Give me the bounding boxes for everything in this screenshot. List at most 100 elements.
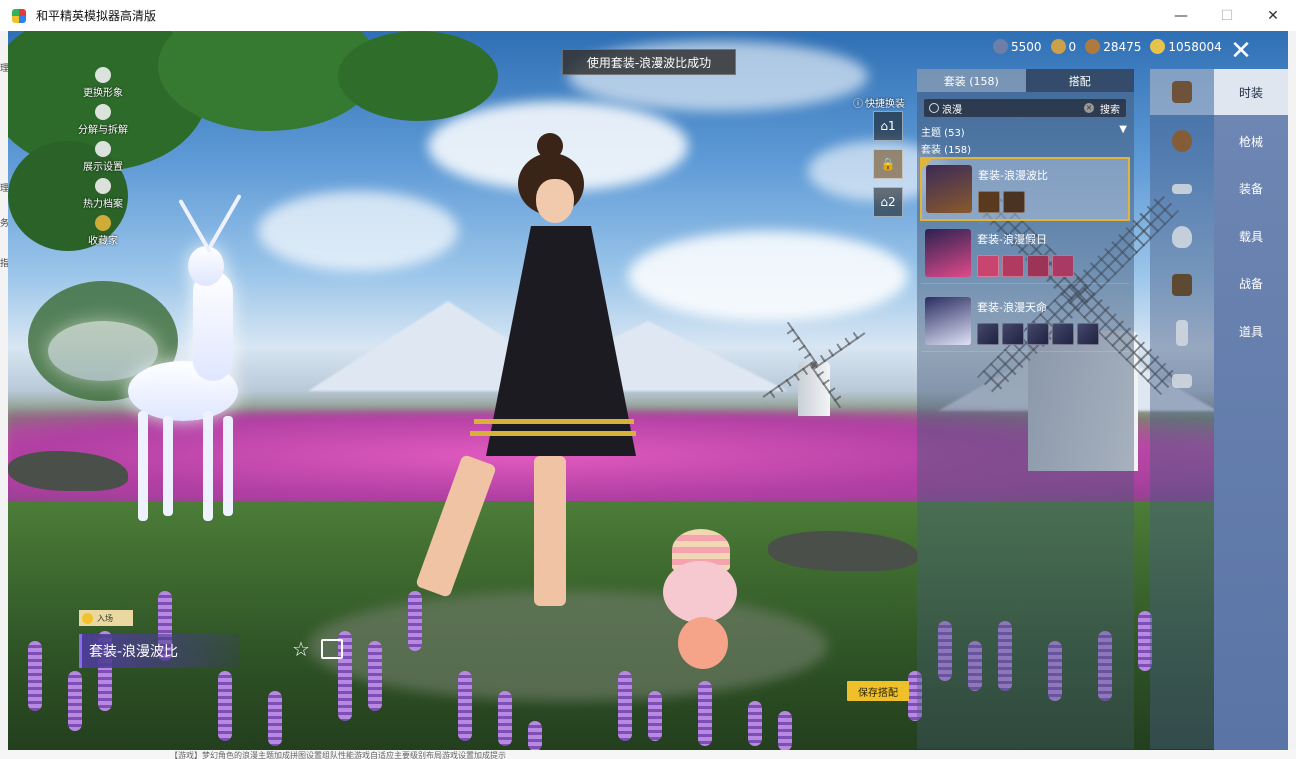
search-button[interactable]: 搜索 — [1100, 101, 1120, 116]
lock-icon: 🔒 — [880, 157, 896, 171]
gold-coin-icon — [1150, 39, 1166, 54]
currency-item: 28475 — [1085, 39, 1141, 54]
quick-swap-slot-2[interactable]: ⌂ 2 — [873, 187, 903, 217]
search-bar[interactable]: 浪漫 × 搜索 — [924, 99, 1126, 117]
sidebar-item-fashion[interactable]: 时装 — [1214, 69, 1288, 115]
globe-coin-icon — [993, 39, 1008, 54]
outfit-piece[interactable] — [1027, 323, 1049, 345]
outfit-icon — [1172, 81, 1192, 103]
share-icon[interactable] — [321, 639, 343, 659]
left-menu-label: 更换形象 — [83, 88, 123, 99]
notification-toast: 使用套装-浪漫波比成功 — [562, 49, 736, 75]
category-icon-top[interactable] — [1162, 265, 1202, 305]
close-icon[interactable]: ✕ — [1228, 38, 1254, 64]
window-controls: — ☐ ✕ — [1158, 0, 1296, 31]
outfit-piece[interactable] — [1077, 323, 1099, 345]
outfit-thumbnail — [925, 297, 971, 345]
outfit-piece[interactable] — [1027, 255, 1049, 277]
outfit-card[interactable]: 套装-浪漫波比 — [920, 157, 1130, 221]
category-icon-bag[interactable] — [1162, 121, 1202, 161]
window-title: 和平精英模拟器高清版 — [36, 9, 157, 23]
outfit-card[interactable]: 套装-浪漫天命 — [921, 291, 1129, 352]
currency-item: 5500 — [993, 39, 1042, 54]
favorite-star-icon[interactable]: ☆ — [292, 637, 310, 661]
quick-swap-slot-1[interactable]: ⌂ 1 — [873, 111, 903, 141]
outfit-thumbnail — [926, 165, 972, 213]
left-menu-label: 收藏家 — [88, 236, 118, 247]
left-menu-decompose[interactable]: 分解与拆解 — [68, 104, 138, 136]
outfit-piece[interactable] — [1003, 191, 1025, 213]
category-icon-mask[interactable] — [1162, 217, 1202, 257]
a-coin-icon — [1050, 39, 1066, 54]
person-icon — [95, 67, 111, 83]
outfit-name: 套装-浪漫天命 — [977, 301, 1047, 314]
sidebar-item-items[interactable]: 道具 — [1214, 311, 1288, 351]
maximize-button[interactable]: ☐ — [1204, 0, 1250, 31]
outfit-piece[interactable] — [978, 191, 1000, 213]
left-menu-label: 展示设置 — [83, 162, 123, 173]
help-icon[interactable]: ⓘ — [853, 95, 863, 110]
bronze-coin-icon — [1085, 39, 1101, 54]
background-window-left: 理 理 务 指 — [0, 31, 9, 759]
outfit-piece[interactable] — [1052, 323, 1074, 345]
entry-badge[interactable]: 入场 — [79, 610, 133, 626]
left-menu-label: 分解与拆解 — [78, 125, 128, 136]
background-window-right — [1288, 31, 1296, 750]
outfit-piece[interactable] — [1002, 255, 1024, 277]
minimize-button[interactable]: — — [1158, 0, 1204, 31]
outfit-pieces — [977, 255, 1074, 277]
theme-filter[interactable]: 主题 (53) ▼ — [921, 124, 1127, 139]
currency-value: 5500 — [1011, 39, 1042, 54]
close-window-button[interactable]: ✕ — [1250, 0, 1296, 31]
outfit-panel: 套装 (158) 搭配 浪漫 × 搜索 主题 (53) ▼ 套装 (158) 套… — [917, 69, 1134, 749]
currency-value: 28475 — [1103, 39, 1142, 54]
background-window-bottom: 【游戏】梦幻角色的浪漫主题加成拼图设置组队性能游戏自适应主要级别布局游戏设置加成… — [0, 750, 1296, 759]
quick-swap-lock[interactable]: 🔒 — [873, 149, 903, 179]
sidebar-item-battle-prep[interactable]: 战备 — [1214, 263, 1288, 303]
outfit-name: 套装-浪漫假日 — [977, 233, 1047, 246]
outfit-card[interactable]: 套装-浪漫假日 — [921, 223, 1129, 284]
clear-icon[interactable]: × — [1084, 103, 1094, 113]
left-menu-change-avatar[interactable]: 更换形象 — [68, 67, 138, 99]
currency-item: 1058004 — [1150, 39, 1222, 54]
outfit-piece[interactable] — [1052, 255, 1074, 277]
tab-outfits[interactable]: 套装 (158) — [917, 69, 1026, 92]
category-icon-column — [1150, 69, 1214, 749]
left-menu-display-settings[interactable]: 展示设置 — [68, 141, 138, 173]
hanger-icon: ⌂ — [880, 119, 888, 133]
smile-icon — [82, 612, 93, 624]
tab-match[interactable]: 搭配 — [1025, 69, 1134, 92]
panel-tabs: 套装 (158) 搭配 — [917, 69, 1134, 92]
category-icon-glasses[interactable] — [1162, 169, 1202, 209]
sidebar-item-guns[interactable]: 枪械 — [1214, 121, 1288, 161]
currency-item: 0 — [1050, 39, 1076, 54]
shoes-icon — [1172, 374, 1192, 388]
hanger-icon: ⌂ — [880, 195, 888, 209]
category-icon-outfit[interactable] — [1150, 69, 1214, 115]
outfit-name: 套装-浪漫波比 — [978, 169, 1048, 182]
game-viewport: 使用套装-浪漫波比成功 5500 0 28475 1058004 ✕ 更换形象 … — [8, 31, 1288, 750]
outfit-piece[interactable] — [977, 323, 999, 345]
outfit-piece[interactable] — [977, 255, 999, 277]
search-value: 浪漫 — [942, 104, 962, 116]
sidebar-item-vehicles[interactable]: 载具 — [1214, 216, 1288, 256]
top-icon — [1172, 274, 1192, 296]
left-menu-heat-archive[interactable]: 热力档案 — [68, 178, 138, 210]
sidebar-item-equipment[interactable]: 装备 — [1214, 168, 1288, 208]
quick-swap: ⓘ 快捷换装 ⌂ 1 🔒 ⌂ 2 — [853, 95, 905, 217]
outfit-pieces — [978, 191, 1025, 213]
app-icon — [12, 8, 26, 23]
quick-swap-label: 快捷换装 — [865, 99, 905, 110]
left-menu-collector[interactable]: 收藏家 — [68, 215, 138, 247]
save-outfit-button[interactable]: 保存搭配 — [847, 681, 909, 701]
left-menu: 更换形象 分解与拆解 展示设置 热力档案 收藏家 — [68, 67, 138, 252]
left-menu-label: 热力档案 — [83, 199, 123, 210]
puzzle-icon — [95, 104, 111, 120]
outfit-piece[interactable] — [1002, 323, 1024, 345]
pants-icon — [1176, 320, 1188, 346]
flame-icon — [95, 178, 111, 194]
stone-path — [308, 591, 828, 701]
category-icon-pants[interactable] — [1162, 313, 1202, 353]
category-icon-shoes[interactable] — [1162, 361, 1202, 401]
quick-swap-title: ⓘ 快捷换装 — [853, 95, 905, 110]
